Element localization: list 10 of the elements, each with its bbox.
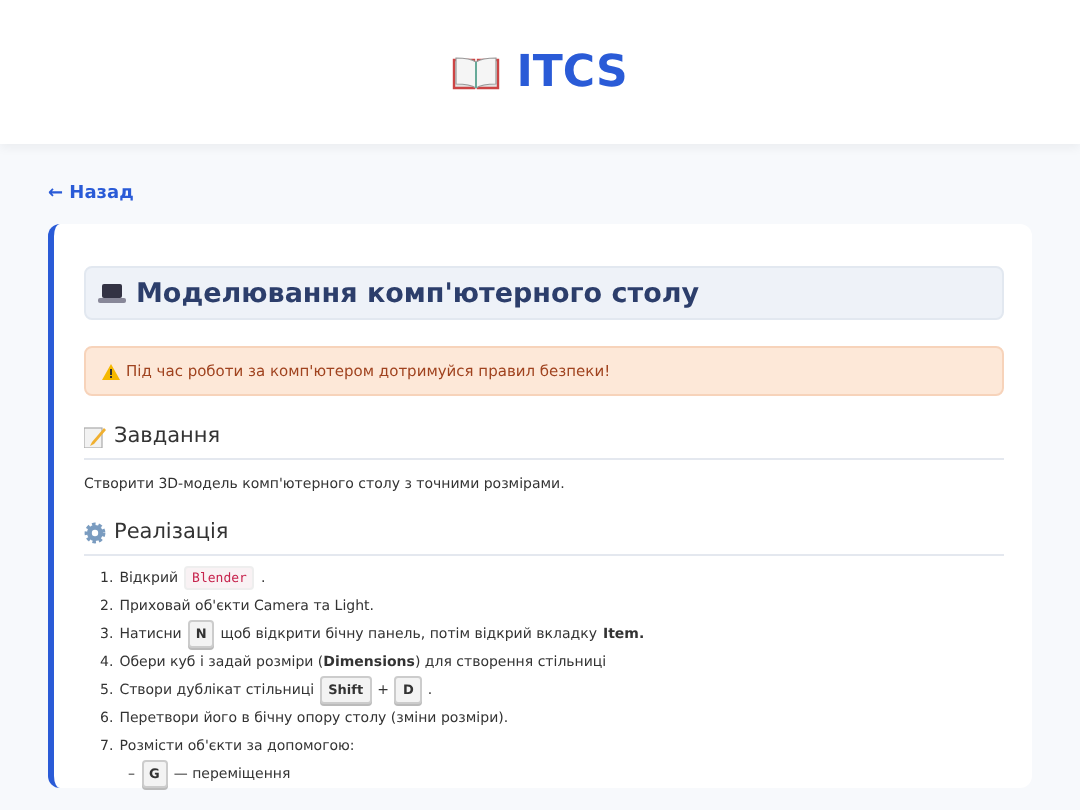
site-title: ITCS: [516, 47, 628, 97]
warning-icon: [102, 363, 120, 379]
book-icon: [452, 54, 501, 90]
lesson-title: Моделювання комп'ютерного столу: [136, 277, 700, 309]
section-heading: Завдання: [114, 424, 221, 448]
gear-icon: [84, 521, 106, 543]
section-heading: Реалізація: [114, 520, 229, 544]
memo-icon: [84, 425, 106, 447]
laptop-icon: [98, 282, 126, 304]
back-link[interactable]: ← Назад: [48, 184, 134, 204]
